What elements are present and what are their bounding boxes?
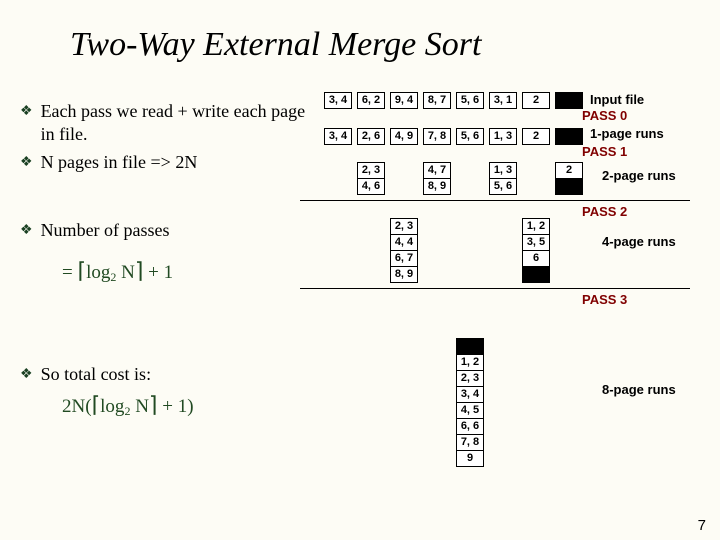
page-cell: 6, 6 bbox=[456, 419, 484, 435]
separator bbox=[300, 288, 690, 289]
merge-sort-diagram: 3, 4 6, 2 9, 4 8, 7 5, 6 3, 1 2 Input fi… bbox=[324, 92, 720, 522]
page-cell: 5, 6 bbox=[489, 179, 517, 195]
label-pass3: PASS 3 bbox=[582, 292, 627, 307]
page-cell-empty bbox=[555, 179, 583, 195]
page-cell: 2 bbox=[522, 92, 550, 109]
label-input: Input file bbox=[590, 92, 644, 107]
bullet-icon: ❖ bbox=[20, 219, 33, 243]
cost-formula: 2N(⌈log2 N⌉ + 1) bbox=[62, 392, 194, 419]
separator bbox=[300, 200, 690, 201]
page-cell: 4, 4 bbox=[390, 235, 418, 251]
pass0-row: 3, 4 2, 6 4, 9 7, 8 5, 6 1, 3 2 bbox=[324, 128, 588, 145]
bullet-icon: ❖ bbox=[20, 363, 33, 387]
pass3-row: 1, 2 2, 3 3, 4 4, 5 6, 6 7, 8 9 bbox=[324, 338, 489, 467]
page-cell-empty bbox=[555, 92, 583, 109]
paren-r: ) bbox=[187, 396, 193, 417]
page-cell: 9 bbox=[456, 451, 484, 467]
run-stack: 2, 3 4, 4 6, 7 8, 9 bbox=[390, 218, 418, 283]
pass2-row: 2, 3 4, 4 6, 7 8, 9 1, 2 3, 5 6 bbox=[324, 218, 555, 283]
label-8page-runs: 8-page runs bbox=[602, 382, 676, 397]
run-stack: 1, 2 2, 3 3, 4 4, 5 6, 6 7, 8 9 bbox=[456, 338, 484, 467]
plus1: + 1 bbox=[143, 262, 173, 283]
bullet-icon: ❖ bbox=[20, 151, 33, 175]
bullet-list: ❖ Each pass we read + write each page in… bbox=[20, 100, 320, 391]
page-cell: 3, 1 bbox=[489, 92, 517, 109]
page-cell-empty bbox=[522, 267, 550, 283]
label-pass1: PASS 1 bbox=[582, 144, 627, 159]
log: log bbox=[100, 396, 124, 417]
page-cell: 2, 6 bbox=[357, 128, 385, 145]
run-stack: 4, 7 8, 9 bbox=[423, 162, 451, 195]
pass1-row: 2, 3 4, 6 4, 7 8, 9 1, 3 5, 6 2 bbox=[324, 162, 588, 195]
passes-formula: = ⌈log2 N⌉ + 1 bbox=[62, 258, 173, 285]
plus1: + 1 bbox=[158, 396, 188, 417]
page-cell: 1, 3 bbox=[489, 162, 517, 179]
page-cell-empty bbox=[456, 338, 484, 355]
label-1page-runs: 1-page runs bbox=[590, 126, 664, 141]
page-cell: 8, 9 bbox=[423, 179, 451, 195]
slide: Two-Way External Merge Sort ❖ Each pass … bbox=[0, 0, 720, 540]
page-cell: 4, 9 bbox=[390, 128, 418, 145]
label-pass2: PASS 2 bbox=[582, 204, 627, 219]
run-stack: 1, 3 5, 6 bbox=[489, 162, 517, 195]
var-n: N bbox=[130, 396, 148, 417]
page-cell: 2, 3 bbox=[390, 218, 418, 235]
page-cell: 2 bbox=[555, 162, 583, 179]
label-4page-runs: 4-page runs bbox=[602, 234, 676, 249]
page-cell: 8, 7 bbox=[423, 92, 451, 109]
page-cell: 1, 2 bbox=[456, 355, 484, 371]
page-cell: 7, 8 bbox=[423, 128, 451, 145]
run-stack: 2, 3 4, 6 bbox=[357, 162, 385, 195]
ceil-left-icon: ⌈ bbox=[77, 258, 86, 283]
run-stack: 1, 2 3, 5 6 bbox=[522, 218, 550, 283]
bullet-icon: ❖ bbox=[20, 100, 33, 124]
bullet-item: ❖ So total cost is: bbox=[20, 363, 320, 387]
page-cell: 7, 8 bbox=[456, 435, 484, 451]
page-cell: 4, 5 bbox=[456, 403, 484, 419]
page-cell: 8, 9 bbox=[390, 267, 418, 283]
bullet-item: ❖ Each pass we read + write each page in… bbox=[20, 100, 320, 147]
page-cell: 5, 6 bbox=[456, 92, 484, 109]
page-cell: 2 bbox=[522, 128, 550, 145]
page-cell: 2, 3 bbox=[357, 162, 385, 179]
twoN: 2N bbox=[62, 396, 85, 417]
page-number: 7 bbox=[698, 517, 706, 534]
page-cell-empty bbox=[555, 128, 583, 145]
bullet-item: ❖ Number of passes bbox=[20, 219, 320, 243]
bullet-item: ❖ N pages in file => 2N bbox=[20, 151, 320, 175]
slide-title: Two-Way External Merge Sort bbox=[70, 26, 481, 64]
page-cell: 3, 4 bbox=[324, 92, 352, 109]
bullet-text: So total cost is: bbox=[41, 363, 152, 386]
page-cell: 6, 2 bbox=[357, 92, 385, 109]
page-cell: 2, 3 bbox=[456, 371, 484, 387]
bullet-text: N pages in file => 2N bbox=[41, 151, 198, 174]
page-cell: 3, 5 bbox=[522, 235, 550, 251]
input-row: 3, 4 6, 2 9, 4 8, 7 5, 6 3, 1 2 bbox=[324, 92, 588, 109]
bullet-text: Each pass we read + write each page in f… bbox=[41, 100, 320, 147]
page-cell: 3, 4 bbox=[324, 128, 352, 145]
ceil-left-icon: ⌈ bbox=[92, 392, 101, 417]
page-cell: 5, 6 bbox=[456, 128, 484, 145]
page-cell: 4, 6 bbox=[357, 179, 385, 195]
run-stack: 2 bbox=[555, 162, 583, 195]
page-cell: 1, 2 bbox=[522, 218, 550, 235]
page-cell: 1, 3 bbox=[489, 128, 517, 145]
eq: = bbox=[62, 262, 77, 283]
page-cell: 6 bbox=[522, 251, 550, 267]
page-cell: 4, 7 bbox=[423, 162, 451, 179]
bullet-text: Number of passes bbox=[41, 219, 170, 242]
page-cell: 6, 7 bbox=[390, 251, 418, 267]
label-2page-runs: 2-page runs bbox=[602, 168, 676, 183]
var-n: N bbox=[116, 262, 134, 283]
page-cell: 9, 4 bbox=[390, 92, 418, 109]
label-pass0: PASS 0 bbox=[582, 108, 627, 123]
ceil-right-icon: ⌉ bbox=[149, 392, 158, 417]
log: log bbox=[86, 262, 110, 283]
page-cell: 3, 4 bbox=[456, 387, 484, 403]
